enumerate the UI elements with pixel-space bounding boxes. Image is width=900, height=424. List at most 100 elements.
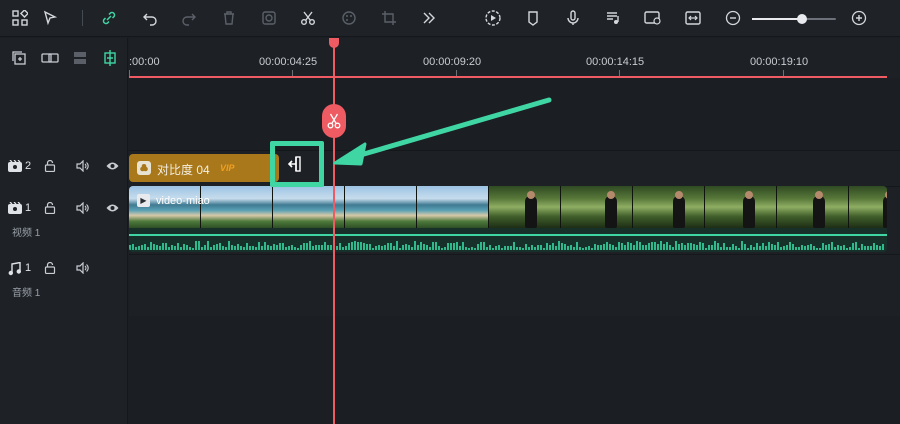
cut-icon[interactable] xyxy=(297,7,319,29)
redo-icon[interactable] xyxy=(178,7,200,29)
waveform-bar xyxy=(693,244,695,250)
color-icon[interactable] xyxy=(338,7,360,29)
waveform-bar xyxy=(624,245,626,250)
waveform-bar xyxy=(789,242,791,250)
waveform-bar xyxy=(432,242,434,250)
waveform-bar xyxy=(183,244,185,250)
waveform-bar xyxy=(228,241,230,250)
waveform-bar xyxy=(846,248,848,250)
waveform-bar xyxy=(150,242,152,250)
music-track-icon xyxy=(8,261,22,279)
track-number: 2 xyxy=(25,160,32,172)
eye-icon[interactable] xyxy=(106,160,119,175)
waveform-bar xyxy=(492,248,494,250)
zoom-out-icon[interactable] xyxy=(722,7,744,29)
waveform-bar xyxy=(198,241,200,250)
waveform-bar xyxy=(705,248,707,250)
playhead-handle[interactable] xyxy=(329,38,339,48)
snap-icon[interactable] xyxy=(101,49,119,67)
waveform-bar xyxy=(219,243,221,250)
waveform-bar xyxy=(459,246,461,250)
waveform-bar xyxy=(756,243,758,250)
waveform-bar xyxy=(369,244,371,250)
waveform-bar xyxy=(270,246,272,250)
waveform-bar xyxy=(795,247,797,250)
effect-clip[interactable]: 对比度 04 VIP xyxy=(129,154,279,182)
ruler-label: 00:00:19:10 xyxy=(750,56,809,68)
waveform-bar xyxy=(558,241,560,250)
lock-icon[interactable] xyxy=(44,261,56,277)
speaker-icon[interactable] xyxy=(76,261,89,277)
track-lane-audio-1[interactable] xyxy=(129,254,900,316)
waveform-bar xyxy=(387,243,389,250)
waveform-bar xyxy=(648,243,650,250)
waveform-bar xyxy=(273,244,275,250)
zoom-slider-fill xyxy=(752,18,803,20)
waveform-bar xyxy=(753,247,755,250)
waveform-bar xyxy=(597,245,599,250)
waveform-bar xyxy=(825,245,827,250)
waveform-bar xyxy=(762,243,764,250)
more-icon[interactable] xyxy=(418,7,440,29)
auto-reframe-icon[interactable] xyxy=(642,7,664,29)
zoom-slider[interactable] xyxy=(752,14,836,24)
waveform-bar xyxy=(261,246,263,250)
waveform-bar xyxy=(636,241,638,250)
timeline-toolbar xyxy=(0,0,900,37)
video-thumbnail xyxy=(201,186,273,228)
waveform-bar xyxy=(285,247,287,250)
waveform-bar xyxy=(243,247,245,250)
video-thumbnail xyxy=(705,186,777,228)
transform-icon[interactable] xyxy=(378,7,400,29)
track-layout-icon[interactable] xyxy=(71,49,89,67)
add-track-icon[interactable] xyxy=(10,49,28,67)
timeline-area[interactable]: :00:00 00:00:04:25 00:00:09:20 00:00:14:… xyxy=(129,38,900,424)
waveform-bar xyxy=(627,242,629,250)
waveform-bar xyxy=(360,242,362,250)
waveform-bar xyxy=(804,246,806,250)
waveform-bar xyxy=(549,245,551,250)
zoom-slider-handle[interactable] xyxy=(797,14,808,24)
video-clip[interactable]: ▶ video-miao xyxy=(129,186,887,252)
link-track-icon[interactable] xyxy=(41,49,59,67)
delete-icon[interactable] xyxy=(218,7,240,29)
waveform-bar xyxy=(651,242,653,250)
render-preview-icon[interactable] xyxy=(482,7,504,29)
waveform-bar xyxy=(258,242,260,250)
waveform-bar xyxy=(837,245,839,250)
crop-effect-icon[interactable] xyxy=(258,7,280,29)
video-thumbnail xyxy=(489,186,561,228)
lock-icon[interactable] xyxy=(44,201,56,217)
select-pointer-icon[interactable] xyxy=(40,7,62,29)
microphone-icon[interactable] xyxy=(562,7,584,29)
waveform-bar xyxy=(729,247,731,250)
waveform-bar xyxy=(441,248,443,250)
playhead-scissors-icon[interactable] xyxy=(322,104,346,138)
video-thumbnail xyxy=(777,186,849,228)
zoom-in-icon[interactable] xyxy=(848,7,870,29)
waveform-bar xyxy=(681,243,683,250)
fit-icon[interactable] xyxy=(682,7,704,29)
playhead[interactable] xyxy=(333,38,335,424)
marker-icon[interactable] xyxy=(522,7,544,29)
waveform-bar xyxy=(165,243,167,250)
waveform-bar xyxy=(735,246,737,250)
waveform-bar xyxy=(426,245,428,250)
track-name: 视频 1 xyxy=(12,228,41,239)
lock-icon[interactable] xyxy=(44,159,56,175)
ruler-baseline xyxy=(129,76,887,78)
volume-line[interactable] xyxy=(129,234,887,236)
speaker-icon[interactable] xyxy=(76,159,89,175)
waveform-bar xyxy=(669,245,671,250)
layout-icon[interactable] xyxy=(9,7,31,29)
undo-icon[interactable] xyxy=(139,7,161,29)
audio-mix-icon[interactable] xyxy=(602,7,624,29)
waveform-bar xyxy=(687,243,689,250)
waveform-bar xyxy=(528,247,530,250)
waveform-bar xyxy=(843,245,845,250)
speaker-icon[interactable] xyxy=(76,201,89,217)
link-icon[interactable] xyxy=(98,7,120,29)
eye-icon[interactable] xyxy=(106,202,119,217)
waveform-bar xyxy=(477,244,479,250)
time-ruler[interactable]: :00:00 00:00:04:25 00:00:09:20 00:00:14:… xyxy=(129,38,900,78)
